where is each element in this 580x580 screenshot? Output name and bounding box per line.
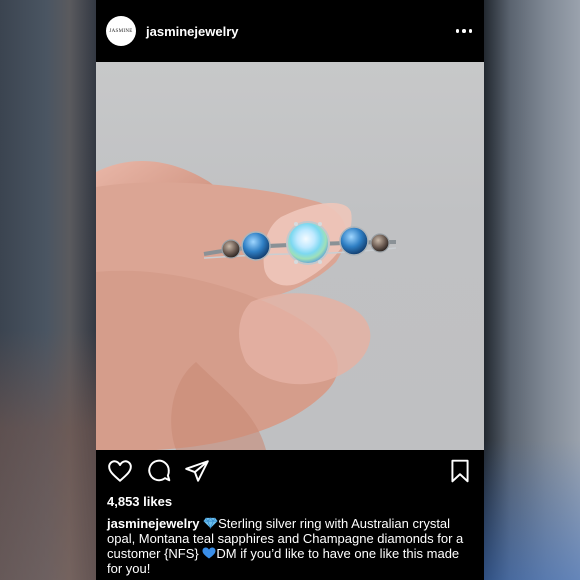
username[interactable]: jasminejewelry bbox=[146, 24, 239, 39]
comment-icon[interactable] bbox=[146, 458, 172, 484]
ring-photo-illustration bbox=[96, 160, 397, 450]
backdrop-right-blur bbox=[484, 440, 580, 580]
avatar-logo-text: JASMINE bbox=[109, 28, 133, 34]
blue-heart-icon bbox=[202, 547, 216, 559]
caption: jasminejewelry Sterling silver ring with… bbox=[107, 516, 477, 576]
share-icon[interactable] bbox=[184, 458, 210, 484]
backdrop-left-blur bbox=[0, 330, 96, 580]
caption-author[interactable]: jasminejewelry bbox=[107, 516, 203, 531]
heart-icon[interactable] bbox=[107, 458, 133, 484]
likes-count[interactable]: 4,853 likes bbox=[107, 494, 172, 509]
post-photo[interactable] bbox=[96, 62, 484, 450]
gem-stone-icon bbox=[203, 517, 218, 529]
instagram-post: JASMINE jasminejewelry 4,853 likes jasmi… bbox=[96, 0, 484, 580]
avatar[interactable]: JASMINE bbox=[106, 16, 136, 46]
bookmark-icon[interactable] bbox=[447, 458, 473, 484]
post-header: JASMINE jasminejewelry bbox=[96, 0, 484, 62]
post-actions bbox=[96, 458, 484, 486]
more-icon[interactable] bbox=[455, 23, 472, 39]
